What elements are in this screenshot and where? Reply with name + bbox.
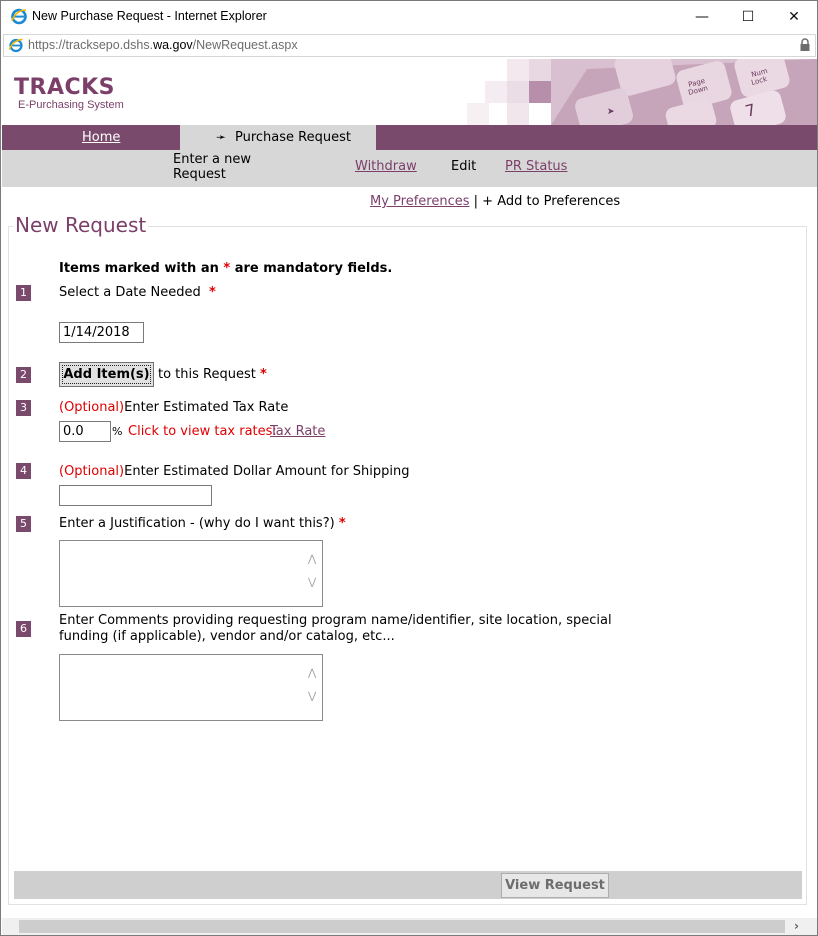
required-asterisk: * bbox=[259, 367, 267, 382]
close-button[interactable]: ✕ bbox=[771, 1, 817, 32]
shipping-amount-label: Enter Estimated Dollar Amount for Shippi… bbox=[124, 464, 410, 479]
required-asterisk: * bbox=[338, 516, 346, 531]
mandatory-note-pre: Items marked with an bbox=[59, 261, 224, 276]
textarea-scrollbar[interactable]: ⋀ ⋁ bbox=[305, 656, 321, 719]
comments-textarea[interactable]: ⋀ ⋁ bbox=[59, 654, 323, 721]
shipping-amount-input[interactable] bbox=[59, 485, 212, 506]
step3-label: (Optional)Enter Estimated Tax Rate bbox=[59, 400, 288, 415]
internet-explorer-icon bbox=[11, 8, 27, 25]
subnav-enter-new-line2: Request bbox=[173, 167, 226, 182]
tax-rate-input[interactable]: 0.0 bbox=[59, 421, 111, 442]
page-title: New Request bbox=[13, 213, 149, 237]
to-this-request-label: to this Request bbox=[158, 367, 256, 382]
url-path: /NewRequest.aspx bbox=[192, 38, 298, 52]
action-bar bbox=[14, 871, 802, 899]
step-number-3: 3 bbox=[16, 400, 31, 416]
step1-label: Select a Date Needed * bbox=[59, 285, 216, 300]
tracks-logo[interactable]: TRACKS E-Purchasing System bbox=[14, 75, 124, 112]
maximize-button[interactable]: ☐ bbox=[725, 1, 771, 32]
page-ie-icon bbox=[8, 38, 23, 53]
lock-icon[interactable] bbox=[799, 38, 811, 52]
step-number-4: 4 bbox=[16, 463, 31, 479]
sub-nav: Enter a new Request Withdraw Edit PR Sta… bbox=[2, 150, 817, 187]
tax-rate-hint: Click to view tax rates: bbox=[128, 424, 277, 439]
arrow-right-icon: ➛ bbox=[216, 130, 227, 144]
subnav-edit[interactable]: Edit bbox=[451, 159, 476, 174]
url-scheme: https://tracksepo.dshs. bbox=[28, 38, 154, 52]
step2-label: to this Request * bbox=[158, 367, 267, 382]
textarea-scrollbar[interactable]: ⋀ ⋁ bbox=[305, 542, 321, 605]
tab-purchase-request-label: Purchase Request bbox=[235, 130, 351, 145]
mandatory-note: Items marked with an * are mandatory fie… bbox=[59, 261, 392, 276]
browser-window: New Purchase Request - Internet Explorer… bbox=[0, 0, 818, 936]
window-title: New Purchase Request - Internet Explorer bbox=[32, 9, 267, 23]
step-number-5: 5 bbox=[16, 516, 31, 532]
step-number-1: 1 bbox=[16, 285, 31, 301]
subnav-enter-new-line1: Enter a new bbox=[173, 152, 251, 167]
percent-sign: % bbox=[112, 425, 123, 438]
comments-label-line1: Enter Comments providing requesting prog… bbox=[59, 613, 612, 628]
my-preferences-link[interactable]: My Preferences bbox=[370, 194, 470, 209]
keyboard-banner-image: Page Down Num Lock 7 ➤ bbox=[467, 59, 817, 125]
svg-text:➤: ➤ bbox=[607, 107, 615, 117]
scroll-right-icon[interactable]: › bbox=[788, 918, 805, 935]
justification-label: Enter a Justification - (why do I want t… bbox=[59, 516, 335, 531]
date-needed-input[interactable]: 1/14/2018 bbox=[59, 322, 144, 343]
optional-tag: (Optional) bbox=[59, 464, 125, 479]
comments-label-line2: funding (if applicable), vendor and/or c… bbox=[59, 629, 395, 644]
view-request-button[interactable]: View Request bbox=[501, 873, 609, 898]
minimize-button[interactable]: — bbox=[679, 1, 725, 32]
prefs-separator: | bbox=[473, 194, 479, 209]
scroll-down-icon[interactable]: ⋁ bbox=[308, 691, 316, 702]
url-host: wa.gov bbox=[153, 38, 193, 52]
subnav-pr-status-link[interactable]: PR Status bbox=[505, 159, 567, 174]
step4-label: (Optional)Enter Estimated Dollar Amount … bbox=[59, 464, 410, 479]
step-number-6: 6 bbox=[16, 621, 31, 637]
step5-label: Enter a Justification - (why do I want t… bbox=[59, 516, 346, 531]
scroll-up-icon[interactable]: ⋀ bbox=[308, 554, 316, 565]
scroll-up-icon[interactable]: ⋀ bbox=[308, 668, 316, 679]
url-text[interactable]: https://tracksepo.dshs.wa.gov/NewRequest… bbox=[28, 38, 298, 52]
add-to-preferences-link[interactable]: + Add to Preferences bbox=[482, 194, 620, 209]
tax-rate-link[interactable]: Tax Rate bbox=[270, 424, 325, 439]
optional-tag: (Optional) bbox=[59, 400, 125, 415]
logo-tagline: E-Purchasing System bbox=[18, 99, 124, 111]
address-bar[interactable]: https://tracksepo.dshs.wa.gov/NewRequest… bbox=[3, 34, 816, 57]
add-items-label: Add Item(s) bbox=[63, 367, 150, 382]
mandatory-note-post: are mandatory fields. bbox=[230, 261, 393, 276]
justification-textarea[interactable]: ⋀ ⋁ bbox=[59, 540, 323, 607]
tax-rate-label: Enter Estimated Tax Rate bbox=[124, 400, 289, 415]
nav-home-link[interactable]: Home bbox=[82, 130, 120, 145]
date-needed-label: Select a Date Needed bbox=[59, 285, 201, 300]
preferences-bar: My Preferences | + Add to Preferences bbox=[370, 194, 620, 209]
logo-text: TRACKS bbox=[14, 75, 116, 100]
step-number-2: 2 bbox=[16, 367, 31, 383]
scroll-down-icon[interactable]: ⋁ bbox=[308, 577, 316, 588]
add-items-button[interactable]: Add Item(s) bbox=[59, 362, 154, 387]
main-nav: Home ➛ Purchase Request bbox=[2, 125, 817, 150]
required-asterisk: * bbox=[209, 285, 216, 300]
title-bar: New Purchase Request - Internet Explorer… bbox=[1, 1, 817, 32]
subnav-withdraw-link[interactable]: Withdraw bbox=[355, 159, 417, 174]
horizontal-scrollbar[interactable]: ‹ › bbox=[2, 918, 817, 935]
scrollbar-thumb[interactable] bbox=[19, 920, 785, 933]
site-header: TRACKS E-Purchasing System Page Down Num… bbox=[2, 59, 817, 125]
tab-purchase-request[interactable]: ➛ Purchase Request bbox=[180, 125, 376, 150]
